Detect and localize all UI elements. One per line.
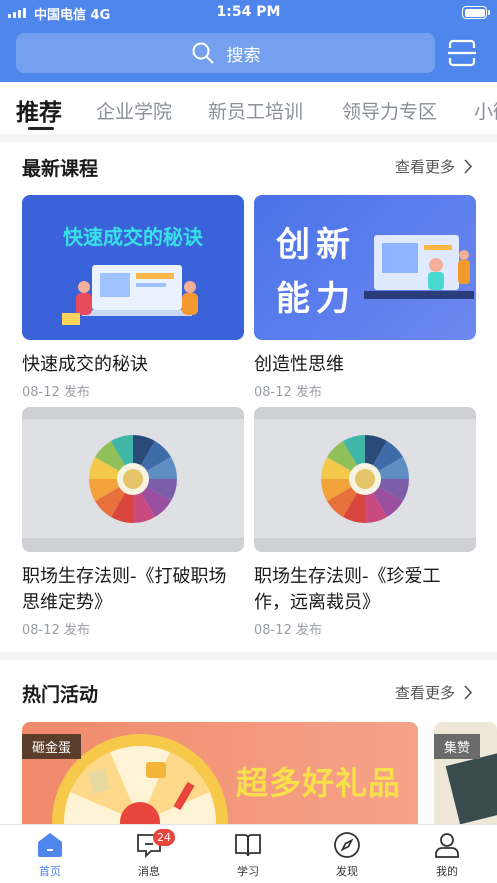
course-title: 创造性思维 <box>254 354 344 375</box>
course-title: 职场生存法则-《打破职场思维定势》 <box>22 566 227 613</box>
clock: 1:54 PM <box>216 4 281 20</box>
course-thumbnail <box>254 407 476 552</box>
active-tab-indicator <box>28 127 54 130</box>
chalkboard-illustration <box>445 751 497 824</box>
view-more-label: 查看更多 <box>394 684 455 702</box>
activity-tag: 砸金蛋 <box>22 734 82 759</box>
tab-new-employee-training[interactable]: 新员工培训 <box>208 97 303 124</box>
bottom-navigation: 首页 消息 24 学习 发现 我的 <box>0 824 497 883</box>
course-card[interactable]: 职场生存法则-《打破职场思维定势》 08-12 发布 <box>22 407 244 638</box>
course-thumbnail: 快速成交的秘诀 <box>22 195 244 340</box>
course-title: 职场生存法则-《珍爱工作，远离裁员》 <box>254 566 441 613</box>
course-date: 08-12 发布 <box>254 623 322 638</box>
compass-icon <box>334 832 360 858</box>
app-header: 中国电信 4G 1:54 PM 搜索 <box>0 0 497 82</box>
section-title: 热门活动 <box>22 684 99 706</box>
category-tabs: 推荐 企业学院 新员工培训 领导力专区 小微 <box>0 82 497 134</box>
wheel-infographic <box>89 435 177 523</box>
nav-label: 学习 <box>237 865 259 878</box>
nav-label: 消息 <box>138 865 160 878</box>
course-title: 快速成交的秘诀 <box>22 354 148 375</box>
book-icon <box>235 834 261 857</box>
scan-icon[interactable] <box>447 39 477 67</box>
course-card[interactable]: 职场生存法则-《珍爱工作，远离裁员》 08-12 发布 <box>254 407 476 638</box>
tab-leadership[interactable]: 领导力专区 <box>342 97 437 124</box>
view-more-courses[interactable]: 查看更多 <box>395 156 473 177</box>
user-icon <box>435 833 459 858</box>
innovation-illustration <box>364 235 474 299</box>
battery-icon <box>462 6 490 19</box>
nav-discover[interactable]: 发现 <box>317 831 377 879</box>
chevron-right-icon <box>464 685 473 700</box>
sales-illustration <box>62 265 198 325</box>
thumbnail-caption: 快速成交的秘诀 <box>63 225 203 249</box>
course-card[interactable]: 创新 能力 创造性思维 08-12 发布 <box>254 195 476 400</box>
status-bar: 中国电信 4G 1:54 PM <box>0 0 497 26</box>
course-card[interactable]: 快速成交的秘诀 快速成交的秘诀 08-12 发布 <box>22 195 244 400</box>
nav-profile[interactable]: 我的 <box>417 831 477 879</box>
activity-tag: 集赞 <box>434 734 481 759</box>
nav-messages[interactable]: 消息 24 <box>119 829 179 879</box>
home-icon <box>38 833 62 857</box>
tab-recommend[interactable]: 推荐 <box>16 93 62 127</box>
activity-banner[interactable]: 超多好礼品 砸金蛋 <box>22 722 418 824</box>
nav-label: 发现 <box>336 865 358 878</box>
tab-enterprise-academy[interactable]: 企业学院 <box>96 97 172 124</box>
section-title: 最新课程 <box>22 158 99 180</box>
search-placeholder: 搜索 <box>226 45 261 66</box>
wheel-infographic <box>321 435 409 523</box>
latest-courses-section: 最新课程 查看更多 快速成交的秘诀 快速成交的秘诀 08-12 发布 创新 能力 <box>0 142 497 652</box>
hot-activities-section: 热门活动 查看更多 超多好礼品 砸金蛋 集赞 <box>0 660 497 824</box>
nav-label: 首页 <box>39 865 61 878</box>
banner-headline: 超多好礼品 <box>236 764 402 802</box>
nav-home[interactable]: 首页 <box>20 831 80 879</box>
view-more-label: 查看更多 <box>394 158 455 176</box>
chevron-right-icon <box>464 159 473 174</box>
thumbnail-caption: 创新 <box>276 225 356 265</box>
activity-banner[interactable]: 集赞 <box>434 722 497 824</box>
view-more-activities[interactable]: 查看更多 <box>395 682 473 703</box>
course-thumbnail: 创新 能力 <box>254 195 476 340</box>
nav-label: 我的 <box>436 865 458 878</box>
course-thumbnail <box>22 407 244 552</box>
search-icon <box>192 42 214 64</box>
search-bar[interactable]: 搜索 <box>16 33 435 73</box>
tab-micro[interactable]: 小微 <box>474 97 497 124</box>
nav-study[interactable]: 学习 <box>218 831 278 879</box>
course-date: 08-12 发布 <box>254 385 322 400</box>
course-date: 08-12 发布 <box>22 385 90 400</box>
unread-badge: 24 <box>153 829 175 846</box>
course-date: 08-12 发布 <box>22 623 90 638</box>
